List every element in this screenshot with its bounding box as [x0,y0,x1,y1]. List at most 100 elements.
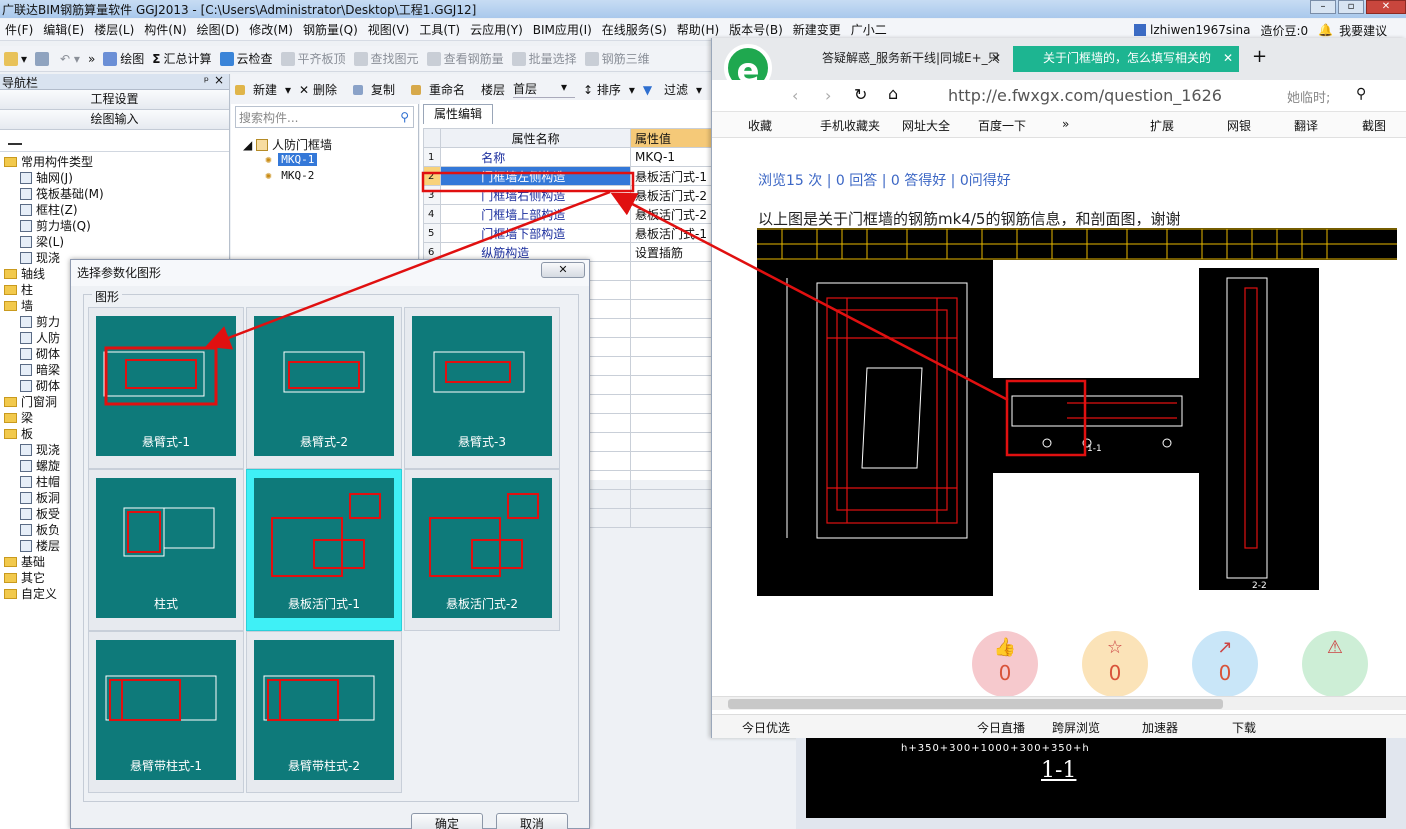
tool-view-rebar[interactable]: 查看钢筋量 [423,50,508,67]
tree-item[interactable]: 框柱(Z) [0,202,229,218]
user-name[interactable]: lzhiwen1967sina [1150,23,1250,37]
ok-button[interactable]: 确定 [411,813,483,829]
nav-close-icon[interactable]: × [214,73,224,87]
status-item[interactable]: 加速器 [1142,719,1178,736]
menu-item[interactable]: 楼层(L) [89,21,139,38]
status-item[interactable]: 今日优选 [742,719,790,736]
action-button[interactable]: 👍 0 [972,631,1038,697]
floor-select[interactable]: 首层 ▾ [513,80,575,98]
sort-button[interactable]: ↕ 排序 ▾ [583,81,635,98]
property-value[interactable]: MKQ-1 [630,147,712,167]
tab-2-close-icon[interactable]: ✕ [1223,46,1233,70]
close-button[interactable]: ✕ [1366,0,1406,14]
action-button[interactable]: ☆ 0 [1082,631,1148,697]
favorite-item[interactable]: 手机收藏夹 [820,117,880,134]
property-value[interactable]: 悬板活门式-1 [630,223,712,243]
property-value[interactable]: 悬板活门式-2 [630,185,712,205]
favorite-item[interactable]: 截图 [1362,117,1386,134]
tree-item[interactable]: 筏板基础(M) [0,186,229,202]
menu-item[interactable]: 视图(V) [363,21,415,38]
menu-item[interactable]: BIM应用(I) [528,21,597,38]
refresh-icon[interactable]: ↻ [854,85,867,104]
tool-flush-top[interactable]: 平齐板顶 [277,50,350,67]
shape-option[interactable]: 悬板活门式-2 [404,469,560,631]
property-row[interactable]: 3 门框墙右侧构造 悬板活门式-2 [422,185,712,205]
favorite-item[interactable]: 扩展 [1150,117,1174,134]
new-button[interactable]: 新建 ▾ [235,81,291,98]
scrollbar-thumb[interactable] [728,699,1223,709]
menu-item[interactable]: 在线服务(S) [597,21,672,38]
delete-button[interactable]: ✕ 删除 [299,81,345,98]
filter-button[interactable]: ▼ 过滤 ▾ [643,81,702,98]
home-icon[interactable]: ⌂ [888,84,898,103]
toolbar-more-icon[interactable]: » [84,52,99,66]
save-icon[interactable] [31,51,56,66]
search-box[interactable]: 搜索构件... ⚲ [235,106,414,128]
open-icon[interactable]: ▾ [0,51,31,66]
copy-button[interactable]: 复制 [352,81,403,98]
project-settings-button[interactable]: 工程设置 [0,90,229,110]
browser-tab-1[interactable]: 答疑解惑_服务新干线|同城E+_只 ✕ [792,46,1007,72]
status-item[interactable]: 今日直播 [977,719,1025,736]
menu-item[interactable]: 修改(M) [244,21,298,38]
favorite-item[interactable]: 翻译 [1294,117,1318,134]
property-row[interactable]: 5 门框墙下部构造 悬板活门式-1 [422,223,712,243]
shape-option[interactable]: 柱式 [88,469,244,631]
favorite-item[interactable]: 百度一下 [978,117,1026,134]
action-button[interactable]: ↗ 0 [1192,631,1258,697]
tool-batch-select[interactable]: 批量选择 [508,50,581,67]
favorite-item[interactable]: 网银 [1227,117,1251,134]
shape-option[interactable]: 悬臂带柱式-1 [88,631,244,793]
tree-item-mkq1[interactable]: ✺ MKQ-1 [243,153,418,169]
tool-rebar-3d[interactable]: 钢筋三维 [581,50,654,67]
tree-item[interactable]: 梁(L) [0,234,229,250]
tree-root[interactable]: ◢ 人防门框墙 [243,136,418,153]
favorite-item[interactable]: 网址大全 [902,117,950,134]
favorite-item[interactable]: 收藏 [748,117,772,134]
url-field[interactable]: http://e.fwxgx.com/question_1626 [948,86,1232,105]
rename-button[interactable]: 重命名 [410,81,473,98]
tool-find[interactable]: 查找图元 [350,50,423,67]
property-value[interactable]: 设置插筋 [630,242,712,262]
status-item[interactable]: 跨屏浏览 [1052,719,1100,736]
shape-option[interactable]: 悬臂带柱式-2 [246,631,402,793]
menu-item[interactable]: 云应用(Y) [465,21,528,38]
property-row[interactable]: 4 门框墙上部构造 悬板活门式-2 [422,204,712,224]
collapse-icon[interactable] [0,130,229,152]
action-button[interactable]: ⚠ [1302,631,1368,697]
undo-icon[interactable]: ↶ ▾ [56,52,84,66]
tree-folder[interactable]: 常用构件类型 [0,154,229,170]
tree-item-mkq2[interactable]: ✺ MKQ-2 [243,169,418,185]
search-icon[interactable]: ⚲ [400,110,413,124]
draw-input-button[interactable]: 绘图输入 [0,110,229,130]
shape-option[interactable]: 悬臂式-3 [404,307,560,469]
favorite-item[interactable]: » [1062,117,1069,131]
back-icon[interactable]: ‹ [792,86,798,105]
menu-item[interactable]: 新建变更 [788,21,846,38]
tree-item[interactable]: 轴网(J) [0,170,229,186]
menu-item[interactable]: 广小二 [846,21,892,38]
new-tab-icon[interactable]: + [1252,46,1267,67]
tree-item[interactable]: 剪力墙(Q) [0,218,229,234]
pin-icon[interactable]: ᵖ [204,74,209,88]
search-input[interactable]: 搜索构件... [239,109,400,126]
tab-property-edit[interactable]: 属性编辑 [423,104,493,124]
tool-cloud-check[interactable]: 云检查 [216,50,277,67]
tool-draw[interactable]: 绘图 [99,50,148,67]
menu-item[interactable]: 版本号(B) [724,21,788,38]
menu-item[interactable]: 件(F) [0,21,38,38]
menu-item[interactable]: 帮助(H) [672,21,724,38]
suggest-link[interactable]: 我要建议 [1339,22,1387,39]
search-field[interactable]: 她临时; [1287,87,1330,106]
tab-1-close-icon[interactable]: ✕ [991,46,1001,70]
property-row[interactable]: 1 名称 MKQ-1 [422,147,712,167]
tool-sum[interactable]: Σ 汇总计算 [148,50,215,67]
browser-search-icon[interactable]: ⚲ [1356,86,1366,102]
bell-icon[interactable]: 🔔 [1318,23,1333,37]
menu-item[interactable]: 构件(N) [139,21,191,38]
minimize-button[interactable]: – [1310,0,1336,14]
browser-tab-2[interactable]: 关于门框墙的，怎么填写相关的 ✕ [1013,46,1239,72]
menu-item[interactable]: 绘图(D) [192,21,245,38]
maximize-button[interactable]: ▫ [1338,0,1364,14]
question-image[interactable]: 1-1 2-2 [757,228,1397,596]
